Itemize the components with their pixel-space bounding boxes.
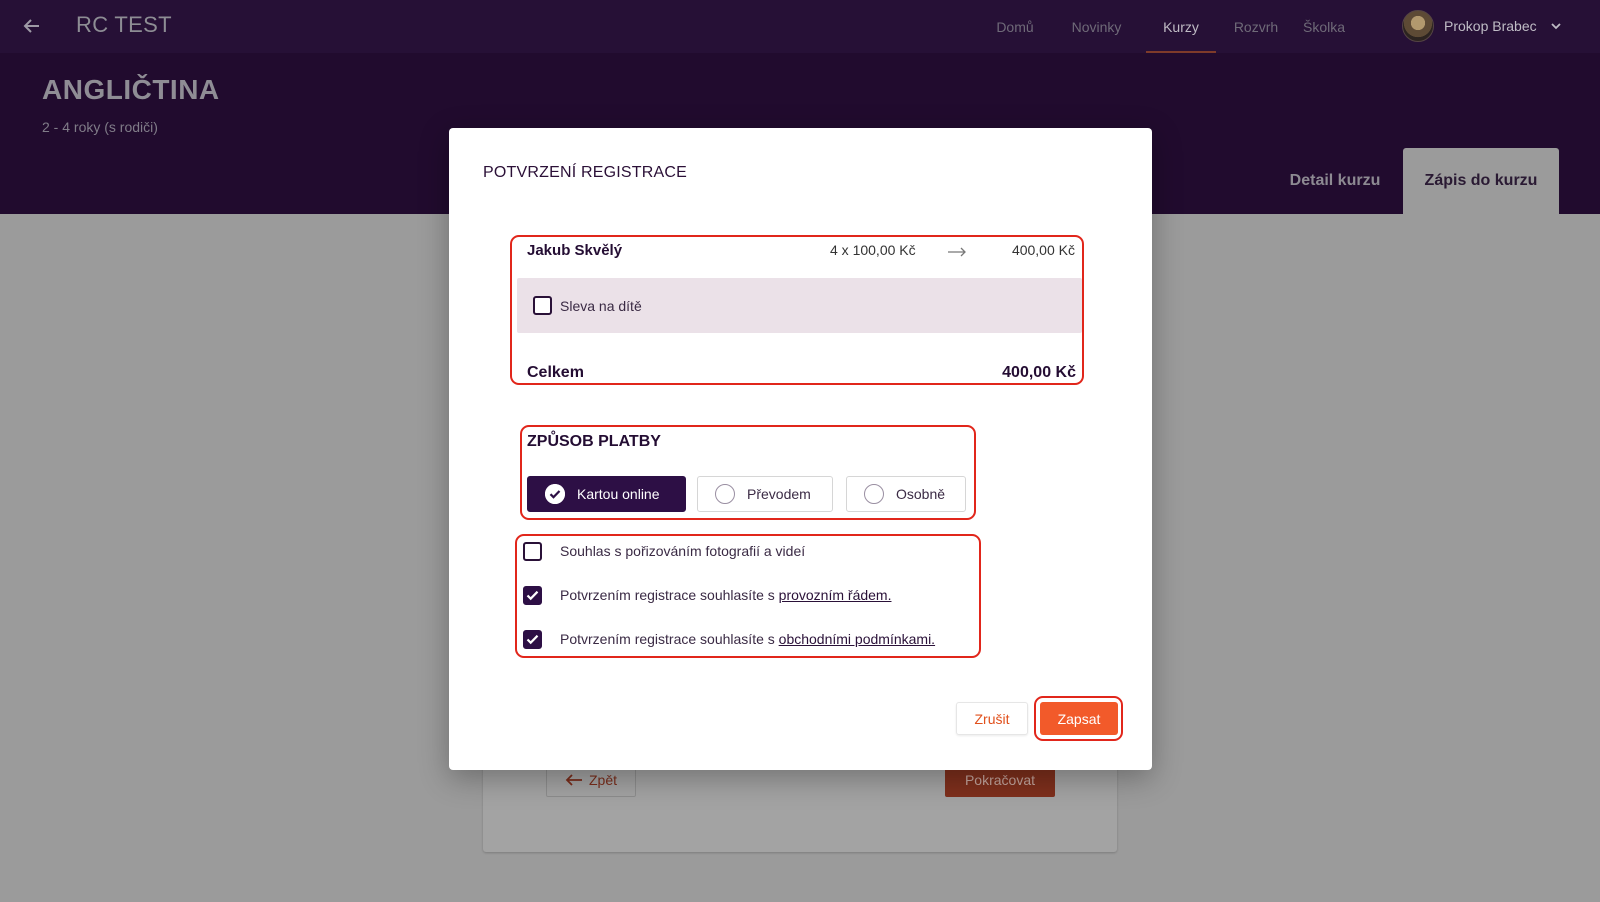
terms-link[interactable]: obchodními podmínkami. — [779, 631, 935, 647]
checkmark-icon — [526, 634, 539, 644]
payment-option-in-person-label: Osobně — [896, 486, 946, 502]
total-value: 400,00 Kč — [1002, 364, 1076, 381]
radio-icon — [715, 484, 735, 504]
payment-option-transfer-label: Převodem — [747, 486, 811, 502]
payment-title: ZPŮSOB PLATBY — [527, 433, 661, 450]
course-subtitle: 2 - 4 roky (s rodiči) — [42, 119, 158, 135]
payment-option-in-person[interactable]: Osobně — [846, 476, 966, 512]
submit-button[interactable]: Zapsat — [1040, 702, 1118, 735]
consent-photo-checkbox[interactable] — [523, 541, 542, 561]
chevron-down-icon — [1550, 23, 1561, 30]
consent-terms-checkbox[interactable] — [523, 629, 542, 649]
consent-terms-text: Potvrzením registrace souhlasíte s — [560, 631, 779, 647]
price-calculation: 4 x 100,00 Kč — [830, 242, 916, 258]
discount-row: Sleva na dítě — [517, 278, 1082, 333]
nav-item-skolka[interactable]: Školka — [1299, 0, 1349, 53]
consent-operating-rules-checkbox[interactable] — [523, 585, 542, 605]
payment-option-card-label: Kartou online — [577, 486, 660, 502]
nav-item-novinky[interactable]: Novinky — [1067, 0, 1126, 53]
payment-option-transfer[interactable]: Převodem — [697, 476, 833, 512]
discount-checkbox[interactable] — [533, 296, 552, 315]
discount-label: Sleva na dítě — [560, 297, 642, 314]
line-total: 400,00 Kč — [1011, 242, 1075, 258]
nav-item-domu[interactable]: Domů — [992, 0, 1038, 53]
back-button-label: Zpět — [588, 772, 617, 788]
tab-zapis-do-kurzu[interactable]: Zápis do kurzu — [1403, 148, 1559, 214]
cancel-button[interactable]: Zrušit — [956, 702, 1028, 735]
consent-terms: Potvrzením registrace souhlasíte s obcho… — [523, 629, 935, 649]
radio-icon — [864, 484, 884, 504]
user-menu[interactable]: Prokop Brabec — [1402, 9, 1563, 43]
avatar — [1402, 10, 1434, 42]
payment-option-card[interactable]: Kartou online — [527, 476, 686, 512]
registration-confirm-dialog: POTVRZENÍ REGISTRACE Jakub Skvělý 4 x 10… — [449, 128, 1152, 770]
dialog-title: POTVRZENÍ REGISTRACE — [483, 164, 688, 181]
arrow-right-icon — [948, 247, 966, 257]
main-nav: Domů Novinky Kurzy Rozvrh Školka — [992, 0, 1349, 53]
child-name: Jakub Skvělý — [527, 242, 623, 259]
app-title: RC TEST — [76, 12, 172, 37]
consent-operating-rules: Potvrzením registrace souhlasíte s provo… — [523, 585, 891, 605]
consent-photo-text: Souhlas s pořizováním fotografií a videí — [560, 543, 806, 559]
arrow-left-icon — [565, 774, 582, 786]
total-label: Celkem — [527, 364, 584, 381]
course-title: ANGLIČTINA — [42, 74, 220, 105]
consent-operating-rules-text: Potvrzením registrace souhlasíte s — [560, 587, 779, 603]
operating-rules-link[interactable]: provozním řádem. — [779, 587, 892, 603]
check-circle-icon — [545, 484, 565, 504]
user-name: Prokop Brabec — [1444, 18, 1537, 34]
back-arrow-icon[interactable] — [14, 8, 50, 44]
consent-photo: Souhlas s pořizováním fotografií a videí — [523, 541, 805, 561]
tab-detail-kurzu[interactable]: Detail kurzu — [1270, 148, 1400, 214]
nav-item-kurzy[interactable]: Kurzy — [1146, 0, 1216, 53]
nav-item-rozvrh[interactable]: Rozvrh — [1231, 0, 1281, 53]
top-nav-bar: RC TEST Domů Novinky Kurzy Rozvrh Školka… — [0, 0, 1600, 53]
checkmark-icon — [526, 590, 539, 600]
